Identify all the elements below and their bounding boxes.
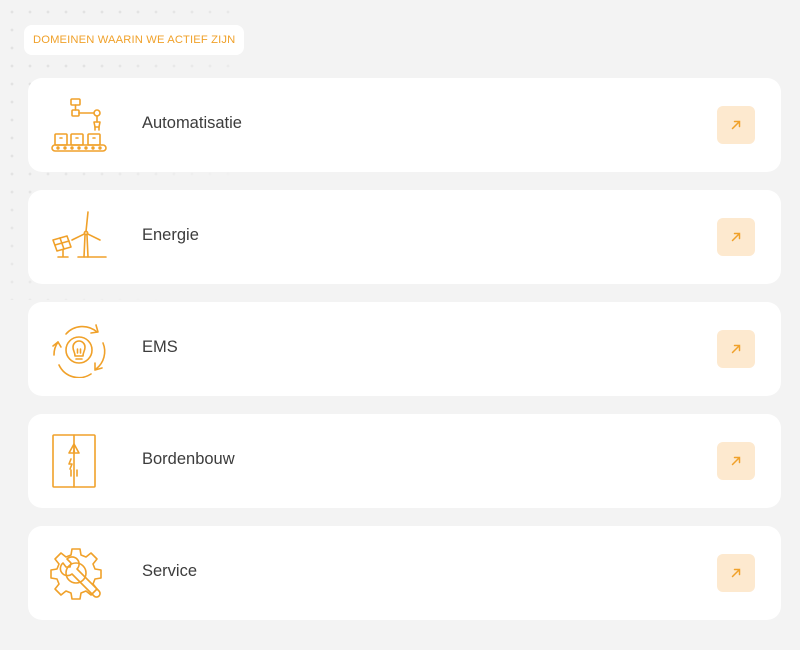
domain-label: Energie [142,226,199,244]
arrow-up-right-icon[interactable] [717,106,755,144]
domain-list: Automatisatie Energie EMS Bordenbouw Ser… [28,78,781,638]
domain-card-bordenbouw[interactable]: Bordenbouw [28,414,781,508]
arrow-up-right-icon[interactable] [717,442,755,480]
domain-card-energie[interactable]: Energie [28,190,781,284]
domain-label: Service [142,562,198,580]
domain-card-ems[interactable]: EMS [28,302,781,396]
arrow-up-right-icon[interactable] [717,330,755,368]
solar-wind-turbine-icon [50,210,108,266]
robot-arm-conveyor-icon [50,98,108,154]
electrical-cabinet-icon [50,434,108,490]
lightbulb-cycle-icon [50,322,108,378]
domain-label: Automatisatie [142,114,242,132]
domain-card-service[interactable]: Service [28,526,781,620]
domain-label: EMS [142,338,178,356]
domain-card-automatisatie[interactable]: Automatisatie [28,78,781,172]
arrow-up-right-icon[interactable] [717,218,755,256]
domain-label: Bordenbouw [142,450,235,468]
gear-wrench-icon [50,546,108,602]
section-label: DOMEINEN WAARIN WE ACTIEF ZIJN [24,25,245,55]
arrow-up-right-icon[interactable] [717,554,755,592]
